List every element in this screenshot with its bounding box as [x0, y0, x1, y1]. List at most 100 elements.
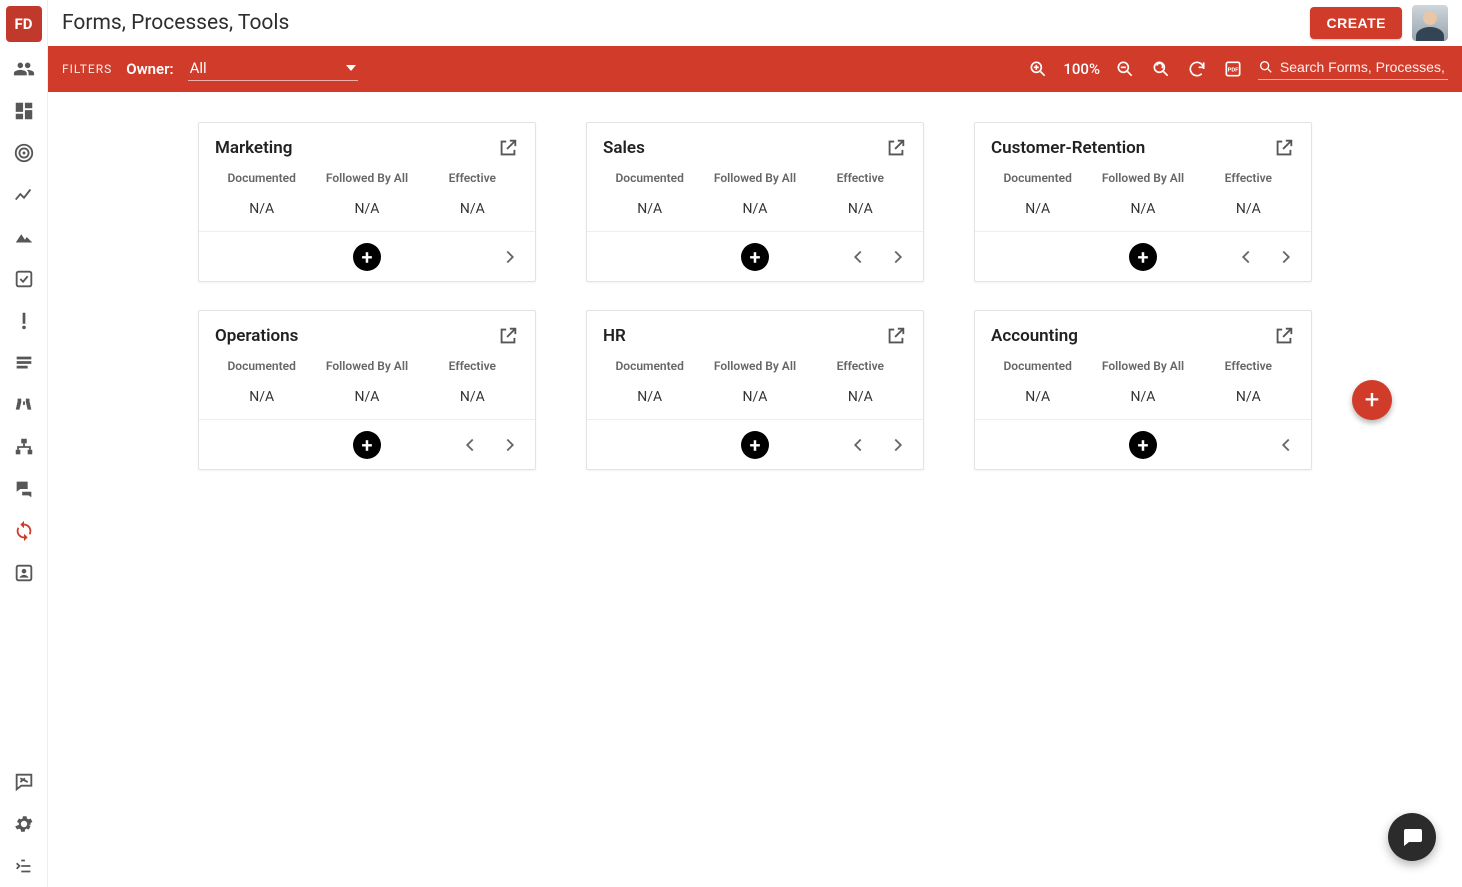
search-icon: [1258, 58, 1274, 76]
user-avatar[interactable]: [1412, 5, 1448, 41]
metric-label-effective: Effective: [808, 359, 913, 373]
card: Customer-RetentionDocumentedN/AFollowed …: [974, 122, 1312, 282]
card-next-button[interactable]: [887, 246, 909, 268]
zoom-reset-button[interactable]: [1150, 58, 1172, 80]
export-pdf-button[interactable]: PDF: [1222, 58, 1244, 80]
metric-value-followed: N/A: [314, 389, 419, 405]
rail-item-feedback[interactable]: [6, 764, 42, 800]
open-card-button[interactable]: [497, 325, 519, 347]
refresh-button[interactable]: [1186, 58, 1208, 80]
rail-item-contacts[interactable]: [6, 555, 42, 591]
card-title: Sales: [603, 138, 645, 158]
card-title: Accounting: [991, 326, 1078, 346]
metric-value-followed: N/A: [314, 201, 419, 217]
rail-item-mountain[interactable]: [6, 219, 42, 255]
card: Accounting DocumentedN/AFollowed By AllN/…: [974, 310, 1312, 470]
arrow-left-icon: [1235, 246, 1257, 268]
card-add-button[interactable]: +: [353, 243, 381, 271]
rail-item-checkbox[interactable]: [6, 261, 42, 297]
arrow-right-icon: [887, 434, 909, 456]
card-add-button[interactable]: +: [1129, 243, 1157, 271]
card-prev-button[interactable]: [847, 434, 869, 456]
rail-item-people[interactable]: [6, 51, 42, 87]
owner-select[interactable]: All: [188, 57, 358, 81]
search-input[interactable]: [1280, 59, 1448, 75]
card-prev-button[interactable]: [847, 246, 869, 268]
search-field[interactable]: [1258, 58, 1448, 80]
open-card-button[interactable]: [497, 137, 519, 159]
zoom-level: 100%: [1063, 60, 1100, 78]
chat-launcher[interactable]: [1388, 813, 1436, 861]
rail-item-dashboard[interactable]: [6, 93, 42, 129]
metric-label-documented: Documented: [985, 359, 1090, 373]
card-add-button[interactable]: +: [741, 431, 769, 459]
metric-label-followed: Followed By All: [1090, 359, 1195, 373]
metric-label-documented: Documented: [597, 171, 702, 185]
metric-label-followed: Followed By All: [1090, 171, 1195, 185]
rail-item-collapse[interactable]: [6, 848, 42, 884]
metric-label-followed: Followed By All: [702, 359, 807, 373]
card: OperationsDocumentedN/AFollowed By AllN/…: [198, 310, 536, 470]
rail-item-target[interactable]: [6, 135, 42, 171]
card-next-button[interactable]: [499, 434, 521, 456]
rail-item-list[interactable]: [6, 345, 42, 381]
fab-add-button[interactable]: +: [1352, 380, 1392, 420]
metric-value-documented: N/A: [985, 201, 1090, 217]
card-add-button[interactable]: +: [741, 243, 769, 271]
rail-item-settings[interactable]: [6, 806, 42, 842]
metric-label-documented: Documented: [597, 359, 702, 373]
zoom-out-button[interactable]: [1114, 58, 1136, 80]
gear-icon: [13, 813, 35, 835]
arrow-left-icon: [1275, 434, 1297, 456]
arrow-left-icon: [847, 434, 869, 456]
card-next-button[interactable]: [499, 246, 521, 268]
card-metrics: DocumentedN/AFollowed By AllN/AEffective…: [975, 171, 1311, 231]
metric-label-effective: Effective: [420, 359, 525, 373]
metric-value-followed: N/A: [702, 389, 807, 405]
app-logo[interactable]: FD: [6, 6, 42, 42]
open-card-button[interactable]: [885, 325, 907, 347]
card-add-button[interactable]: +: [353, 431, 381, 459]
arrow-right-icon: [887, 246, 909, 268]
checkbox-icon: [13, 268, 35, 290]
rail-item-sync[interactable]: [6, 513, 42, 549]
metric-label-followed: Followed By All: [702, 171, 807, 185]
open-in-new-icon: [885, 137, 907, 159]
chevron-down-icon: [346, 65, 356, 71]
binoculars-icon: [13, 394, 35, 416]
card-metrics: DocumentedN/AFollowed By AllN/AEffective…: [199, 171, 535, 231]
open-in-new-icon: [1273, 137, 1295, 159]
arrow-right-icon: [499, 434, 521, 456]
zoom-reset-icon: [1151, 59, 1171, 79]
open-card-button[interactable]: [1273, 325, 1295, 347]
card-metrics: Documented N/A Followed By All N/A Effective…: [587, 359, 923, 419]
open-in-new-icon: [497, 137, 519, 159]
rail-item-orgchart[interactable]: [6, 429, 42, 465]
chat-icon: [1400, 825, 1424, 849]
feedback-icon: [13, 771, 35, 793]
rail-item-qa[interactable]: [6, 471, 42, 507]
metric-value-effective: N/A: [808, 389, 913, 405]
card-prev-button[interactable]: [1275, 434, 1297, 456]
rail-item-priority[interactable]: [6, 303, 42, 339]
card-add-button[interactable]: +: [1129, 431, 1157, 459]
card-metrics: DocumentedN/AFollowed By AllN/AEffective…: [975, 359, 1311, 419]
create-button[interactable]: CREATE: [1310, 7, 1402, 39]
card-next-button[interactable]: [887, 434, 909, 456]
metric-value-effective: N/A: [420, 201, 525, 217]
metric-label-documented: Documented: [985, 171, 1090, 185]
open-card-button[interactable]: [1273, 137, 1295, 159]
priority-icon: [13, 310, 35, 332]
open-card-button[interactable]: [885, 137, 907, 159]
card-next-button[interactable]: [1275, 246, 1297, 268]
card-prev-button[interactable]: [1235, 246, 1257, 268]
page-title: Forms, Processes, Tools: [62, 11, 289, 35]
rail-item-binoculars[interactable]: [6, 387, 42, 423]
card-prev-button[interactable]: [459, 434, 481, 456]
arrow-right-icon: [499, 246, 521, 268]
card-metrics: DocumentedN/AFollowed By AllN/AEffective…: [199, 359, 535, 419]
rail-item-chart[interactable]: [6, 177, 42, 213]
open-in-new-icon: [885, 325, 907, 347]
zoom-in-button[interactable]: [1027, 58, 1049, 80]
arrow-left-icon: [459, 434, 481, 456]
